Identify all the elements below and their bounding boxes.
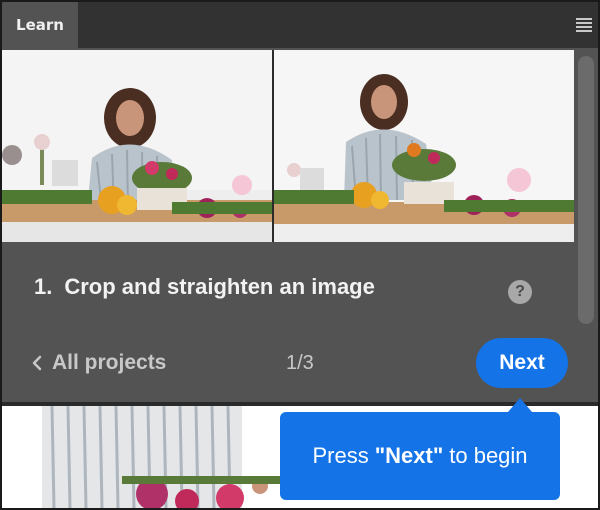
step-number: 1. <box>34 274 53 299</box>
tooltip-highlight: "Next" <box>374 443 444 468</box>
coach-mark-tooltip: Press "Next" to begin <box>280 412 560 500</box>
all-projects-label: All projects <box>52 351 167 374</box>
tooltip-suffix: to begin <box>449 443 528 468</box>
scrollbar-thumb[interactable] <box>578 56 594 324</box>
step-title-text: Crop and straighten an image <box>64 274 375 299</box>
learn-panel: Learn 1. Crop and straighten an image ? … <box>0 0 600 510</box>
chevron-left-icon <box>32 355 42 371</box>
all-projects-link[interactable]: All projects <box>32 351 166 375</box>
tooltip-pointer <box>508 398 532 412</box>
lesson-navigation: All projects 1/3 Next <box>2 338 598 390</box>
panel-header: Learn <box>2 2 598 48</box>
tooltip-prefix: Press <box>312 443 369 468</box>
after-image <box>274 50 574 242</box>
help-icon[interactable]: ? <box>508 280 532 304</box>
hamburger-menu-icon[interactable] <box>576 16 592 32</box>
before-after-images <box>2 50 574 242</box>
next-button[interactable]: Next <box>476 338 568 388</box>
step-title: 1. Crop and straighten an image <box>34 274 375 300</box>
lesson-content: 1. Crop and straighten an image ? All pro… <box>2 48 598 404</box>
tab-learn[interactable]: Learn <box>2 2 78 48</box>
before-image <box>2 50 272 242</box>
step-progress: 1/3 <box>286 352 314 374</box>
